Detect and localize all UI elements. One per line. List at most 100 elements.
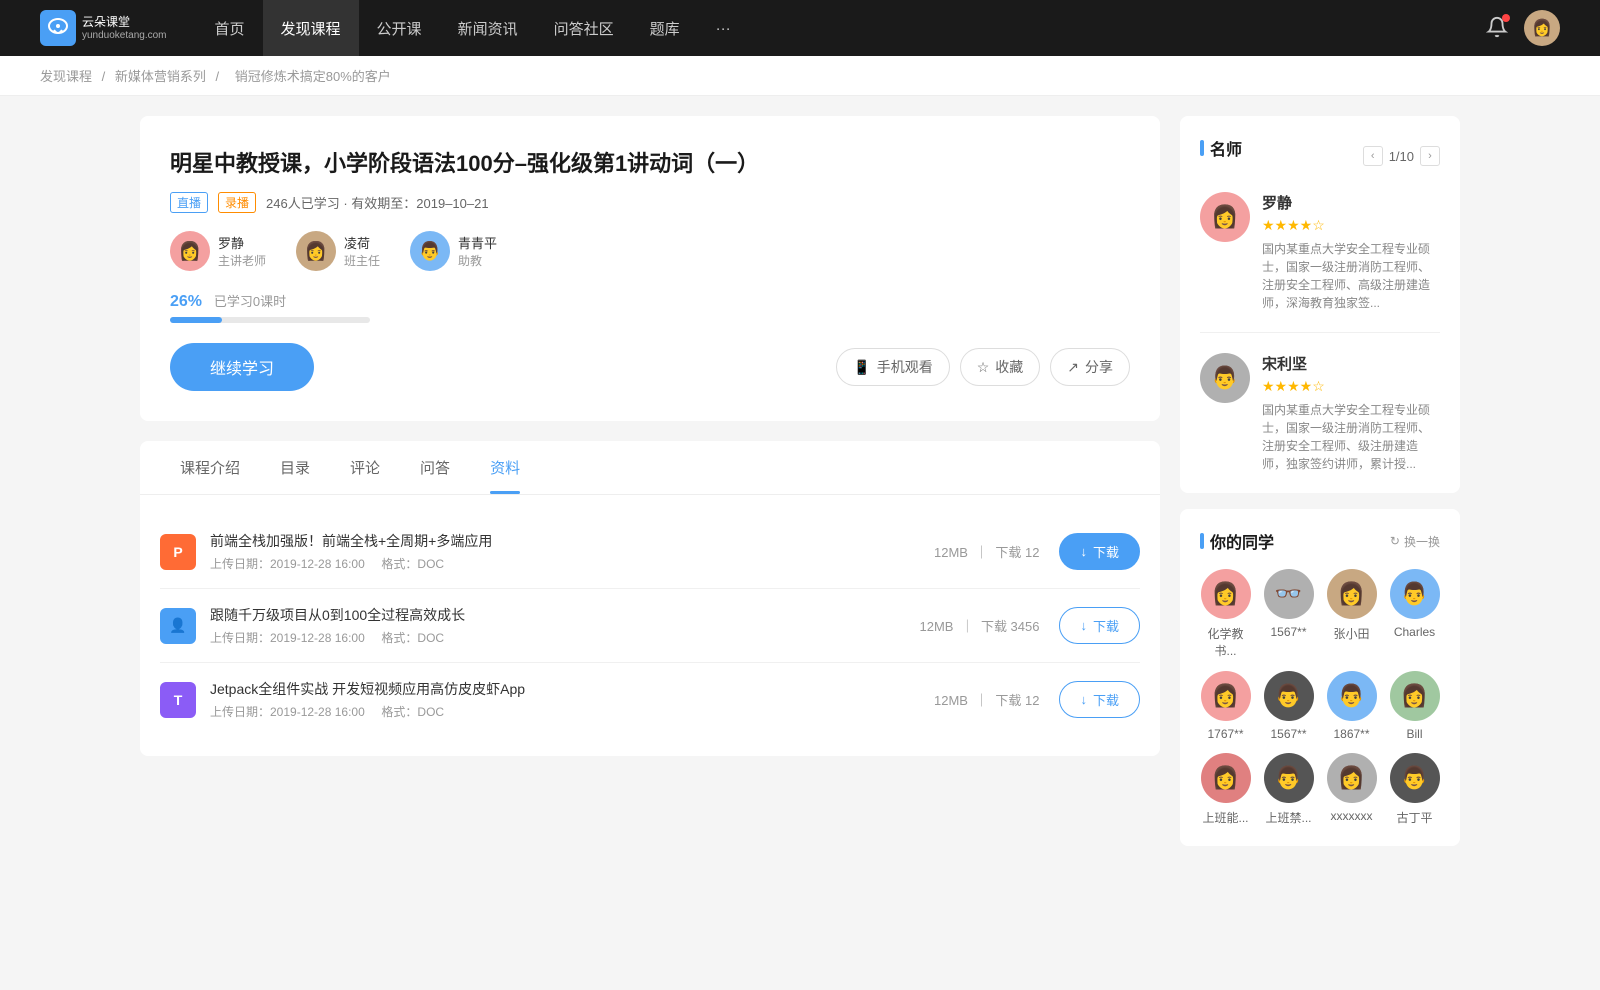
page-count: 1/10	[1389, 149, 1414, 164]
classmate-name-9: 上班禁...	[1265, 809, 1311, 826]
logo-icon	[40, 10, 76, 46]
main-wrapper: 明星中教授课，小学阶段语法100分–强化级第1讲动词（一） 直播 录播 246人…	[100, 96, 1500, 882]
resource-icon-0: P	[160, 534, 196, 570]
teacher-sidebar-info-1: 宋利坚 ★★★★☆ 国内某重点大学安全工程专业硕士，国家一级注册消防工程师、注册…	[1262, 353, 1440, 473]
teacher-2-name: 青青平	[458, 233, 497, 252]
tabs-header: 课程介绍 目录 评论 问答 资料	[140, 441, 1160, 495]
resource-stats-1: 12MB ｜ 下载 3456	[920, 616, 1040, 635]
breadcrumb: 发现课程 / 新媒体营销系列 / 销冠修炼术搞定80%的客户	[0, 56, 1600, 96]
classmate-8: 👩 上班能...	[1200, 753, 1251, 826]
nav-qa[interactable]: 问答社区	[536, 0, 632, 56]
tag-live: 直播	[170, 192, 208, 213]
teacher-sidebar-avatar-1: 👨	[1200, 353, 1250, 403]
teacher-sidebar-name-0: 罗静	[1262, 192, 1440, 213]
download-button-1[interactable]: ↓ 下载	[1059, 607, 1140, 644]
phone-icon: 📱	[853, 359, 870, 376]
classmate-avatar-10[interactable]: 👩	[1327, 753, 1377, 803]
resource-meta-0: 上传日期：2019-12-28 16:00 格式：DOC	[210, 555, 934, 572]
teacher-1-info: 凌荷 班主任	[344, 233, 380, 269]
classmate-avatar-4[interactable]: 👩	[1201, 671, 1251, 721]
classmates-header: 你的同学 ↻ 换一换	[1200, 529, 1440, 553]
download-icon-0: ↓	[1080, 544, 1087, 559]
phone-watch-button[interactable]: 📱 手机观看	[836, 348, 949, 386]
content-left: 明星中教授课，小学阶段语法100分–强化级第1讲动词（一） 直播 录播 246人…	[140, 116, 1160, 862]
classmate-11: 👨 古丁平	[1389, 753, 1440, 826]
classmate-name-0: 化学教书...	[1200, 625, 1251, 659]
download-button-0[interactable]: ↓ 下载	[1059, 533, 1140, 570]
teacher-sidebar-avatar-0: 👩	[1200, 192, 1250, 242]
download-icon-2: ↓	[1080, 692, 1087, 707]
teacher-sidebar-info-0: 罗静 ★★★★☆ 国内某重点大学安全工程专业硕士，国家一级注册消防工程师、注册安…	[1262, 192, 1440, 312]
nav-more[interactable]: ···	[698, 0, 749, 56]
resource-stats-0: 12MB ｜ 下载 12	[934, 542, 1040, 561]
teachers-list: 👩 罗静 主讲老师 👩 凌荷 班主任 👨 青青平	[170, 231, 1130, 271]
breadcrumb-discover[interactable]: 发现课程	[40, 69, 92, 84]
classmate-10: 👩 xxxxxxx	[1326, 753, 1377, 826]
resource-icon-1: 👤	[160, 608, 196, 644]
classmate-6: 👨 1867**	[1326, 671, 1377, 741]
classmate-avatar-1[interactable]: 👓	[1264, 569, 1314, 619]
navbar: 云朵课堂 yunduoketang.com 首页 发现课程 公开课 新闻资讯 问…	[0, 0, 1600, 56]
teacher-0-name: 罗静	[218, 233, 266, 252]
teachers-pagination: ‹ 1/10 ›	[1363, 146, 1440, 166]
logo-name: 云朵课堂	[82, 15, 167, 29]
classmate-name-8: 上班能...	[1202, 809, 1248, 826]
teacher-2-role: 助教	[458, 252, 497, 269]
nav-news[interactable]: 新闻资讯	[440, 0, 536, 56]
tab-contents[interactable]: 目录	[260, 441, 330, 494]
page-prev-btn[interactable]: ‹	[1363, 146, 1383, 166]
breadcrumb-series[interactable]: 新媒体营销系列	[115, 69, 206, 84]
classmate-avatar-2[interactable]: 👩	[1327, 569, 1377, 619]
teacher-sidebar-stars-0: ★★★★☆	[1262, 217, 1440, 234]
tab-resources[interactable]: 资料	[470, 441, 540, 494]
resource-title-2: Jetpack全组件实战 开发短视频应用高仿皮皮虾App	[210, 679, 934, 699]
nav-home[interactable]: 首页	[197, 0, 263, 56]
tabs-content: P 前端全栈加强版！前端全栈+全周期+多端应用 上传日期：2019-12-28 …	[140, 495, 1160, 756]
share-label: 分享	[1085, 357, 1113, 377]
classmate-0: 👩 化学教书...	[1200, 569, 1251, 659]
download-button-2[interactable]: ↓ 下载	[1059, 681, 1140, 718]
page-next-btn[interactable]: ›	[1420, 146, 1440, 166]
notification-bell[interactable]	[1486, 16, 1508, 41]
share-icon: ↗	[1067, 359, 1079, 376]
classmate-avatar-0[interactable]: 👩	[1201, 569, 1251, 619]
share-button[interactable]: ↗ 分享	[1050, 348, 1130, 386]
nav-discover[interactable]: 发现课程	[263, 0, 359, 56]
classmate-avatar-11[interactable]: 👨	[1390, 753, 1440, 803]
classmate-name-11: 古丁平	[1396, 809, 1432, 826]
continue-learning-button[interactable]: 继续学习	[170, 343, 314, 391]
classmate-avatar-9[interactable]: 👨	[1264, 753, 1314, 803]
classmate-avatar-3[interactable]: 👨	[1390, 569, 1440, 619]
sidebar-right: 名师 ‹ 1/10 › 👩 罗静 ★★★★☆ 国内某重点大学安全工程专业硕士，国…	[1180, 116, 1460, 862]
classmate-avatar-8[interactable]: 👩	[1201, 753, 1251, 803]
course-meta: 直播 录播 246人已学习 · 有效期至：2019–10–21	[170, 192, 1130, 213]
nav-quiz[interactable]: 题库	[632, 0, 698, 56]
tab-reviews[interactable]: 评论	[330, 441, 400, 494]
resource-meta-2: 上传日期：2019-12-28 16:00 格式：DOC	[210, 703, 934, 720]
resource-meta-1: 上传日期：2019-12-28 16:00 格式：DOC	[210, 629, 920, 646]
breadcrumb-current: 销冠修炼术搞定80%的客户	[235, 69, 391, 84]
classmate-avatar-5[interactable]: 👨	[1264, 671, 1314, 721]
teacher-0: 👩 罗静 主讲老师	[170, 231, 266, 271]
teacher-1-name: 凌荷	[344, 233, 380, 252]
classmate-name-1: 1567**	[1270, 625, 1306, 639]
tab-qa[interactable]: 问答	[400, 441, 470, 494]
phone-watch-label: 手机观看	[877, 357, 933, 377]
classmate-avatar-7[interactable]: 👩	[1390, 671, 1440, 721]
course-title: 明星中教授课，小学阶段语法100分–强化级第1讲动词（一）	[170, 146, 1130, 178]
collect-button[interactable]: ☆ 收藏	[960, 348, 1041, 386]
refresh-classmates-button[interactable]: ↻ 换一换	[1390, 533, 1440, 550]
resource-info-0: 前端全栈加强版！前端全栈+全周期+多端应用 上传日期：2019-12-28 16…	[210, 531, 934, 572]
teachers-header: 名师 ‹ 1/10 ›	[1200, 136, 1440, 176]
classmate-avatar-6[interactable]: 👨	[1327, 671, 1377, 721]
progress-bar-bg	[170, 317, 370, 323]
nav-open[interactable]: 公开课	[359, 0, 440, 56]
tab-intro[interactable]: 课程介绍	[160, 441, 260, 494]
classmate-7: 👩 Bill	[1389, 671, 1440, 741]
logo[interactable]: 云朵课堂 yunduoketang.com	[40, 10, 167, 46]
classmate-name-2: 张小田	[1333, 625, 1369, 642]
logo-sub: yunduoketang.com	[82, 30, 167, 41]
classmate-2: 👩 张小田	[1326, 569, 1377, 659]
classmates-title: 你的同学	[1200, 529, 1274, 553]
user-avatar[interactable]: 👩	[1524, 10, 1560, 46]
